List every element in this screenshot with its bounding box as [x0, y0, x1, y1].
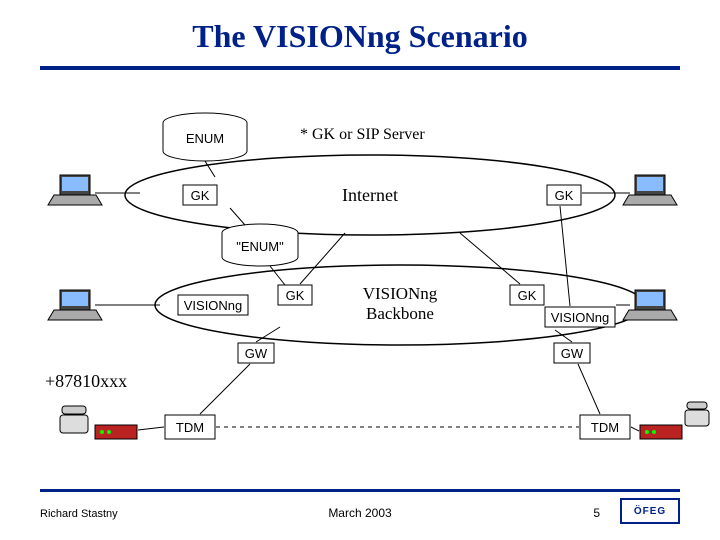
phone-icon: [685, 402, 709, 426]
gk-box: GK: [547, 185, 581, 205]
router-icon: [95, 425, 137, 439]
gk-label: GK: [518, 288, 537, 303]
tdm-label: TDM: [176, 420, 204, 435]
gw-label: GW: [245, 346, 268, 361]
bottom-rule: [40, 489, 680, 492]
gw-box: GW: [238, 343, 274, 363]
phone-icon: [60, 406, 88, 433]
enum-local-label: "ENUM": [236, 239, 284, 254]
gw-box: GW: [554, 343, 590, 363]
gk-box: GK: [510, 285, 544, 305]
router-icon: [640, 425, 682, 439]
internet-label: Internet: [342, 185, 398, 205]
footer-logo-text: ÖFEG: [620, 498, 680, 524]
enum-cylinder: ENUM: [163, 113, 247, 161]
laptop-icon: [48, 175, 102, 205]
gw-label: GW: [561, 346, 584, 361]
gk-box: GK: [278, 285, 312, 305]
tdm-box: TDM: [580, 415, 630, 439]
backbone-label-2: Backbone: [366, 304, 434, 323]
visionng-box: VISIONng: [545, 307, 615, 327]
visionng-label: VISIONng: [551, 310, 610, 325]
footer-logo: ÖFEG: [620, 498, 680, 528]
enum-label: ENUM: [186, 131, 224, 146]
laptop-icon: [623, 175, 677, 205]
tdm-box: TDM: [165, 415, 215, 439]
tdm-label: TDM: [591, 420, 619, 435]
footer-date: March 2003: [0, 506, 720, 520]
footer-page: 5: [593, 506, 600, 520]
page-title: The VISIONng Scenario: [0, 0, 720, 55]
phone-number: +87810xxx: [45, 371, 127, 391]
enum-local-cylinder: "ENUM": [222, 224, 298, 266]
gk-label: GK: [191, 188, 210, 203]
note-gk-or-sip: * GK or SIP Server: [300, 126, 425, 143]
title-rule: [40, 66, 680, 70]
visionng-box: VISIONng: [178, 295, 248, 315]
gk-box: GK: [183, 185, 217, 205]
gk-label: GK: [555, 188, 574, 203]
visionng-label: VISIONng: [184, 298, 243, 313]
backbone-label-1: VISIONng: [363, 284, 438, 303]
diagram-canvas: Internet VISIONng Backbone ENUM * GK or …: [0, 75, 720, 485]
laptop-icon: [48, 290, 102, 320]
gk-label: GK: [286, 288, 305, 303]
